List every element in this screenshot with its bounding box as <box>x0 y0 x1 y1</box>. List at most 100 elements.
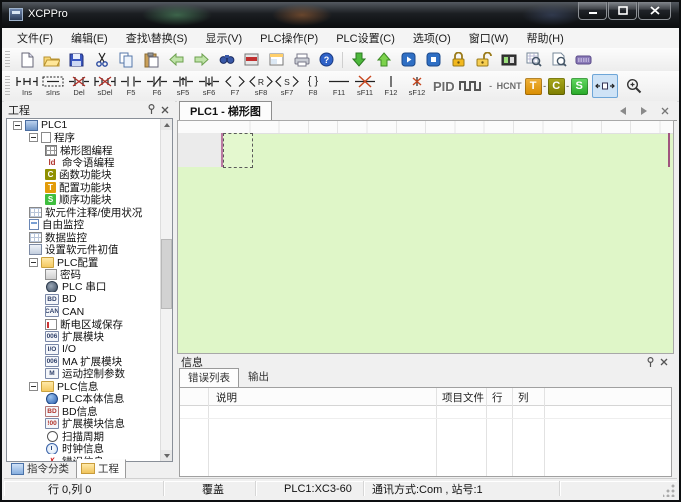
menu-edit[interactable]: 编辑(E) <box>62 28 117 48</box>
close-button[interactable] <box>638 2 671 20</box>
scroll-down-icon[interactable] <box>161 450 172 461</box>
status-plc-model: PLC1:XC3-60 <box>256 481 364 496</box>
dropdown-dash[interactable]: - <box>542 81 548 91</box>
contact-rising-icon[interactable]: sF5 <box>170 73 196 100</box>
copy-icon[interactable] <box>114 50 139 70</box>
keyboard-icon[interactable] <box>571 50 596 70</box>
tab-instruction-category[interactable]: 指令分类 <box>6 459 76 479</box>
vline-icon[interactable]: F12 <box>378 73 404 100</box>
contact-closed-icon[interactable]: F6 <box>144 73 170 100</box>
scrollbar-thumb[interactable] <box>161 239 172 309</box>
tree-item-bd[interactable]: BDBD <box>7 293 172 305</box>
find-icon[interactable] <box>214 50 239 70</box>
zoom-grid-icon[interactable] <box>521 50 546 70</box>
tab-project[interactable]: 工程 <box>76 459 126 479</box>
scroll-up-icon[interactable] <box>161 119 172 130</box>
cut-icon[interactable] <box>89 50 114 70</box>
ladder-editor[interactable] <box>177 120 674 354</box>
maximize-button[interactable] <box>608 2 637 20</box>
hcnt-button[interactable]: HCNT <box>494 81 525 91</box>
redo-forward-icon[interactable] <box>189 50 214 70</box>
menu-options[interactable]: 选项(O) <box>404 28 460 48</box>
error-list-table[interactable]: 说明 项目文件 行 列 <box>179 387 672 477</box>
ladder-cell-cursor[interactable] <box>223 133 253 168</box>
zoom-doc-icon[interactable] <box>546 50 571 70</box>
status-overwrite-mode: 覆盖 <box>164 481 256 496</box>
s-block-button[interactable]: S <box>571 78 588 95</box>
pin-icon[interactable] <box>644 356 657 369</box>
tree-item-expansion-module[interactable]: 006扩展模块 <box>7 330 172 342</box>
tab-output[interactable]: 输出 <box>239 367 278 387</box>
print-icon[interactable] <box>289 50 314 70</box>
minimize-button[interactable] <box>578 2 607 20</box>
undo-back-icon[interactable] <box>164 50 189 70</box>
toolbar-grip[interactable] <box>5 51 10 67</box>
upload-icon[interactable] <box>371 50 396 70</box>
vline-delete-icon[interactable]: sF12 <box>404 73 430 100</box>
pulse-wave-icon[interactable] <box>458 76 488 96</box>
new-icon[interactable] <box>14 50 39 70</box>
lock-icon[interactable] <box>446 50 471 70</box>
collapse-icon[interactable] <box>29 382 38 391</box>
tree-scrollbar[interactable] <box>160 119 172 461</box>
coil-set-icon[interactable]: SsF7 <box>274 73 300 100</box>
save-icon[interactable] <box>64 50 89 70</box>
stop-icon[interactable] <box>421 50 446 70</box>
zoom-in-icon[interactable] <box>622 76 647 96</box>
tree-item-free-monitor[interactable]: 自由监控 <box>7 219 172 231</box>
tab-close-icon[interactable] <box>658 104 671 117</box>
collapse-icon[interactable] <box>13 121 22 130</box>
coil-icon[interactable]: F7 <box>222 73 248 100</box>
tab-plc1-ladder[interactable]: PLC1 - 梯形图 <box>179 101 272 120</box>
monitor-window-icon[interactable] <box>239 50 264 70</box>
contact-open-icon[interactable]: F5 <box>118 73 144 100</box>
t-block-button[interactable]: T <box>525 78 542 95</box>
tree-item-plc1[interactable]: PLC1 <box>7 119 172 131</box>
menu-help[interactable]: 帮助(H) <box>517 28 572 48</box>
close-panel-icon[interactable] <box>657 356 670 369</box>
resize-grip[interactable] <box>663 484 676 497</box>
tree-item-device-comment[interactable]: 软元件注释/使用状况 <box>7 206 172 218</box>
delete-row-icon[interactable]: Del <box>66 73 92 100</box>
insert-row-icon[interactable]: Ins <box>14 73 40 100</box>
paste-icon[interactable] <box>139 50 164 70</box>
compare-icon[interactable] <box>496 50 521 70</box>
menu-view[interactable]: 显示(V) <box>196 28 251 48</box>
dropdown-dash[interactable]: - <box>565 81 571 91</box>
tab-scroll-left-icon[interactable] <box>616 104 629 117</box>
run-icon[interactable] <box>396 50 421 70</box>
tree-item-serial-port[interactable]: PLC 串口 <box>7 281 172 293</box>
pid-button[interactable]: PID <box>430 79 458 94</box>
unlock-icon[interactable] <box>471 50 496 70</box>
contact-falling-icon[interactable]: sF6 <box>196 73 222 100</box>
c-block-icon: C <box>45 169 56 180</box>
menu-file[interactable]: 文件(F) <box>8 28 62 48</box>
c-block-button[interactable]: C <box>548 78 565 95</box>
pin-icon[interactable] <box>145 103 158 116</box>
function-block-icon[interactable]: { }F8 <box>300 73 326 100</box>
hline-icon[interactable]: F11 <box>326 73 352 100</box>
status-bar: 行 0,列 0 覆盖 PLC1:XC3-60 通讯方式:Com , 站号:1 <box>4 478 677 498</box>
open-icon[interactable] <box>39 50 64 70</box>
close-panel-icon[interactable] <box>158 103 171 116</box>
collapse-icon[interactable] <box>29 133 38 142</box>
coil-reset-icon[interactable]: RsF8 <box>248 73 274 100</box>
tree-item-plc-config[interactable]: PLC配置 <box>7 256 172 268</box>
menu-find-replace[interactable]: 查找\替换(S) <box>117 28 197 48</box>
help-icon[interactable]: ? <box>314 50 339 70</box>
tab-error-list[interactable]: 错误列表 <box>179 368 239 388</box>
menu-window[interactable]: 窗口(W) <box>460 28 518 48</box>
download-icon[interactable] <box>346 50 371 70</box>
menu-plc-operate[interactable]: PLC操作(P) <box>251 28 327 48</box>
status-cursor-position: 行 0,列 0 <box>4 481 164 496</box>
tab-scroll-right-icon[interactable] <box>637 104 650 117</box>
window-icon[interactable] <box>264 50 289 70</box>
title-bar[interactable]: XCPPro <box>2 2 679 28</box>
delete-block-icon[interactable]: sDel <box>92 73 118 100</box>
pan-mode-button[interactable] <box>592 74 618 98</box>
menu-plc-settings[interactable]: PLC设置(C) <box>327 28 404 48</box>
insert-block-icon[interactable]: sIns <box>40 73 66 100</box>
collapse-icon[interactable] <box>29 258 38 267</box>
toolbar-grip[interactable] <box>5 76 10 97</box>
hline-delete-icon[interactable]: sF11 <box>352 73 378 100</box>
